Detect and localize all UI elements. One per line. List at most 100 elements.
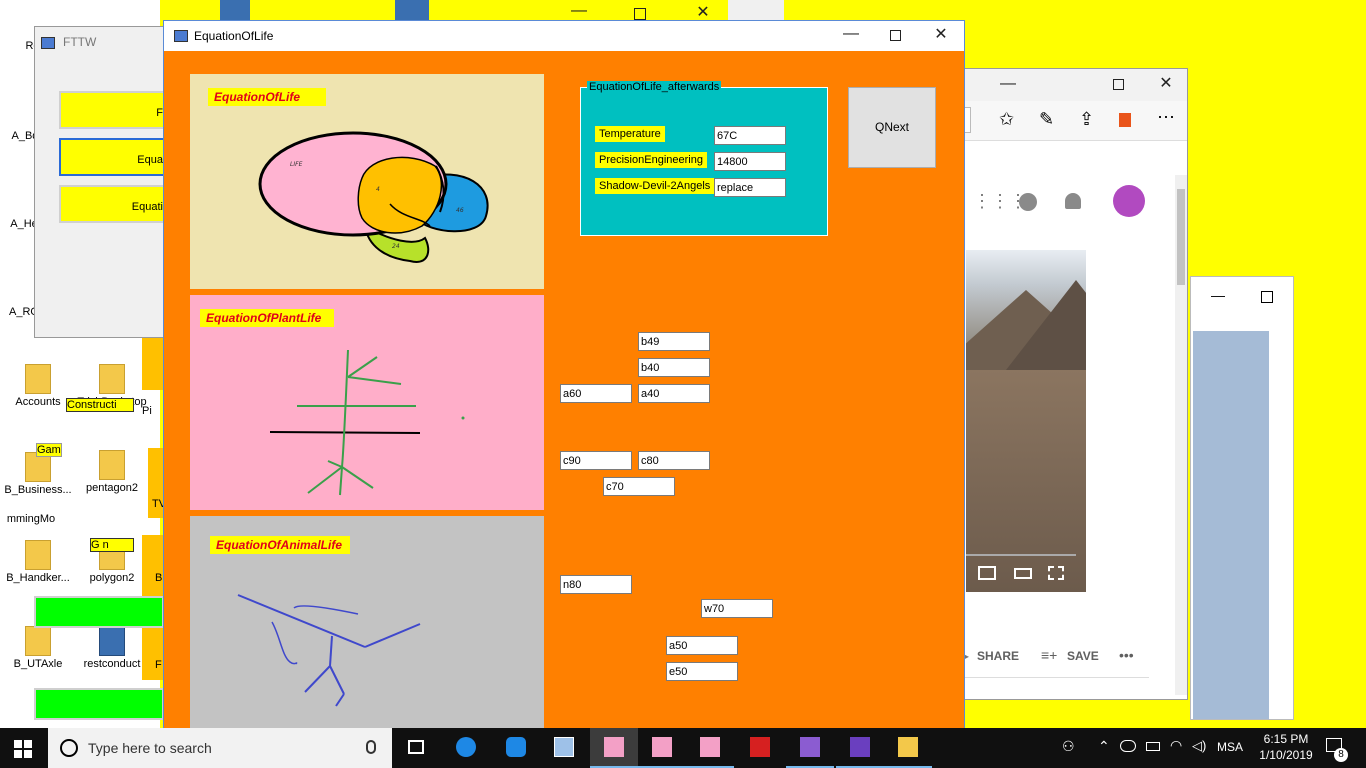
windows-start-icon[interactable] — [14, 740, 32, 758]
more-icon[interactable]: ⋯ — [1157, 107, 1175, 128]
taskbar-app[interactable] — [686, 728, 734, 768]
theater-icon[interactable] — [1014, 568, 1032, 579]
browser-window[interactable]: — ✕ ✩ ✎ ⇪ ⋯ ⋮⋮⋮ ▸ SHARE ≡+ SAVE ••• — [961, 68, 1188, 700]
window-client-area: EquationOfLife LIFE 4 46 24 EquationOfPl… — [164, 51, 964, 729]
close-icon[interactable]: ✕ — [688, 2, 718, 22]
desktop-icon-accounts[interactable]: Accounts — [0, 364, 76, 408]
life-panel: EquationOfLife LIFE 4 46 24 — [190, 74, 544, 289]
minimize-icon[interactable]: — — [564, 2, 594, 20]
chevron-up-icon[interactable]: ⌃ — [1098, 738, 1110, 755]
video-player[interactable] — [966, 250, 1086, 592]
scrollbar-thumb[interactable] — [1177, 189, 1185, 285]
taskbar-paint[interactable] — [736, 728, 784, 768]
taskbar-messenger[interactable] — [492, 728, 540, 768]
taskbar-visual-studio[interactable] — [786, 728, 834, 768]
image-icon — [554, 737, 574, 757]
maximize-icon[interactable] — [634, 8, 646, 20]
playlist-add-icon[interactable]: ≡+ — [1041, 647, 1057, 663]
field-a40[interactable] — [638, 384, 710, 403]
desktop-icon-b-handker[interactable]: B_Handker... — [0, 540, 76, 584]
close-icon[interactable]: ✕ — [1151, 73, 1181, 93]
venn-label-46: 46 — [456, 207, 464, 214]
taskbar-visual-studio-2[interactable] — [836, 728, 884, 768]
taskbar-app-active[interactable] — [590, 728, 638, 768]
taskbar-photos[interactable] — [540, 728, 588, 768]
shadow-devil-field[interactable] — [714, 178, 786, 197]
visual-studio-icon — [800, 737, 820, 757]
temperature-field[interactable] — [714, 126, 786, 145]
desktop-icon-programming[interactable]: mmingMo — [0, 513, 62, 525]
precision-engineering-field[interactable] — [714, 152, 786, 171]
field-b49[interactable] — [638, 332, 710, 351]
video-progress-bar[interactable] — [966, 554, 1076, 556]
battery-icon[interactable] — [1146, 742, 1160, 751]
taskbar: Type here to search ⚇ ⌃ ◠ ◁) MSA 6:15 PM… — [0, 728, 1366, 768]
folder-icon — [99, 364, 125, 394]
qnext-button[interactable]: QNext — [848, 87, 936, 168]
fttw-button-3[interactable]: Equati — [59, 185, 169, 223]
cloud-icon[interactable] — [1120, 740, 1136, 752]
fragment-label: Pi — [142, 405, 152, 417]
close-icon[interactable]: ✕ — [926, 24, 956, 44]
field-c80[interactable] — [638, 451, 710, 470]
clock-date[interactable]: 1/10/2019 — [1254, 748, 1318, 762]
field-b40[interactable] — [638, 358, 710, 377]
folder-icon — [99, 450, 125, 480]
favorites-icon[interactable]: ✩ — [999, 109, 1014, 130]
messages-icon[interactable] — [1019, 193, 1037, 211]
desktop-icon-label: mmingMo — [6, 513, 56, 525]
pen-icon[interactable]: ✎ — [1039, 109, 1054, 130]
life-panel-label: EquationOfLife — [208, 88, 326, 106]
bell-icon[interactable] — [1065, 193, 1081, 209]
minimize-icon[interactable]: — — [993, 75, 1023, 93]
office-icon[interactable] — [1119, 113, 1131, 127]
shortcut-icon — [25, 364, 51, 394]
share-icon[interactable]: ⇪ — [1079, 109, 1094, 130]
minimize-icon[interactable]: — — [836, 25, 866, 43]
field-a60[interactable] — [560, 384, 632, 403]
fttw-button-1[interactable]: F — [59, 91, 169, 129]
desktop-icon-b-business[interactable]: B_Business... — [0, 452, 76, 496]
maximize-icon[interactable] — [890, 30, 901, 41]
microphone-icon[interactable] — [366, 740, 376, 754]
share-button[interactable]: SHARE — [977, 649, 1019, 663]
fullscreen-icon[interactable] — [1048, 566, 1064, 580]
taskbar-file-explorer[interactable] — [884, 728, 932, 768]
miniplayer-icon[interactable] — [978, 566, 996, 580]
venn-label-24: 24 — [392, 243, 400, 250]
clock-time[interactable]: 6:15 PM — [1258, 732, 1314, 746]
minimize-icon[interactable]: — — [1211, 287, 1225, 303]
desktop-icon-pentagon2[interactable]: pentagon2 — [74, 450, 150, 494]
taskbar-edge[interactable] — [442, 728, 490, 768]
avatar[interactable] — [1113, 185, 1145, 217]
people-icon[interactable]: ⚇ — [1062, 738, 1075, 755]
fttw-window[interactable]: FTTW F Equa Equati — [34, 26, 169, 338]
fragment-taskbar-icon — [220, 0, 250, 20]
field-e50[interactable] — [666, 662, 738, 681]
field-a50[interactable] — [666, 636, 738, 655]
fttw-button-2[interactable]: Equa — [59, 138, 169, 176]
desktop-icon-restconduct[interactable]: restconduct — [74, 626, 150, 670]
more-actions-icon[interactable]: ••• — [1119, 647, 1134, 663]
taskbar-search[interactable]: Type here to search — [48, 728, 392, 768]
taskbar-app[interactable] — [638, 728, 686, 768]
precision-engineering-label: PrecisionEngineering — [595, 152, 707, 168]
volume-icon[interactable]: ◁) — [1192, 738, 1206, 754]
task-view-button[interactable] — [392, 728, 440, 768]
field-c70[interactable] — [603, 477, 675, 496]
window-titlebar[interactable]: EquationOfLife — ✕ — [164, 21, 964, 51]
maximize-icon[interactable] — [1113, 79, 1124, 90]
desktop-icon-b-utaxle[interactable]: B_UTAxle — [0, 626, 76, 670]
scrollbar[interactable] — [1175, 175, 1187, 695]
search-placeholder: Type here to search — [88, 740, 212, 756]
plant-root — [307, 466, 343, 494]
save-button[interactable]: SAVE — [1067, 649, 1099, 663]
maximize-icon[interactable] — [1261, 291, 1273, 303]
desktop-icon-label: B_Handker... — [6, 572, 70, 584]
wifi-icon[interactable]: ◠ — [1170, 737, 1182, 754]
field-c90[interactable] — [560, 451, 632, 470]
equation-of-life-window[interactable]: EquationOfLife — ✕ EquationOfLife LIFE 4… — [163, 20, 965, 729]
language-indicator[interactable]: MSA — [1217, 740, 1243, 754]
field-w70[interactable] — [701, 599, 773, 618]
field-n80[interactable] — [560, 575, 632, 594]
